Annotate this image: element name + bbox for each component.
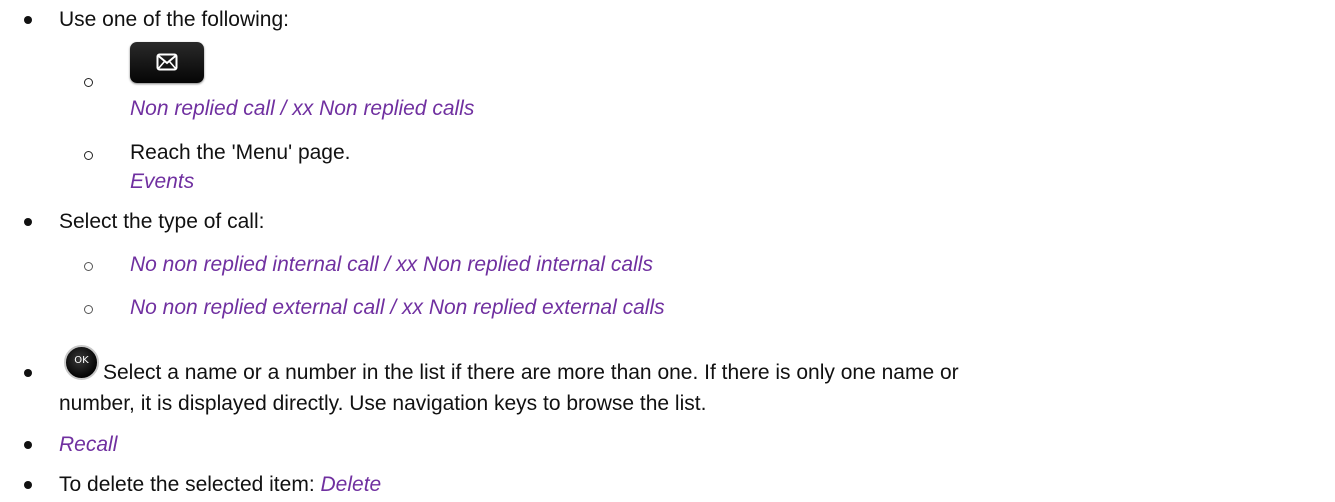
delete-label: Delete bbox=[320, 473, 382, 496]
type-external: No non replied external call / xx Non re… bbox=[130, 296, 665, 319]
bullet-use-one bbox=[24, 16, 32, 24]
ok-key-icon: OK bbox=[64, 345, 99, 380]
recall-label: Recall bbox=[59, 433, 118, 456]
delete-line: To delete the selected item: Delete bbox=[59, 473, 381, 497]
ok-key-label: OK bbox=[74, 355, 89, 366]
bullet-recall bbox=[24, 441, 32, 449]
sub-bullet-menu bbox=[84, 151, 93, 160]
delete-prefix: To delete the selected item: bbox=[59, 473, 321, 496]
message-key bbox=[130, 42, 204, 83]
use-one-text: Use one of the following: bbox=[59, 8, 289, 31]
bullet-ok bbox=[24, 369, 32, 377]
menu-option-result: Events bbox=[130, 170, 195, 193]
select-name-line1: Select a name or a number in the list if… bbox=[103, 361, 959, 384]
message-key-result: Non replied call / xx Non replied calls bbox=[130, 97, 475, 120]
bullet-select-type bbox=[24, 218, 32, 226]
select-type-text: Select the type of call: bbox=[59, 210, 265, 233]
type-internal: No non replied internal call / xx Non re… bbox=[130, 253, 653, 276]
sub-bullet-message-key bbox=[84, 78, 93, 87]
envelope-icon bbox=[156, 53, 178, 71]
sub-bullet-internal bbox=[84, 262, 93, 271]
sub-bullet-external bbox=[84, 305, 93, 314]
bullet-delete bbox=[24, 481, 32, 489]
select-name-line2: number, it is displayed directly. Use na… bbox=[59, 392, 707, 415]
menu-option-text: Reach the 'Menu' page. bbox=[130, 141, 351, 164]
